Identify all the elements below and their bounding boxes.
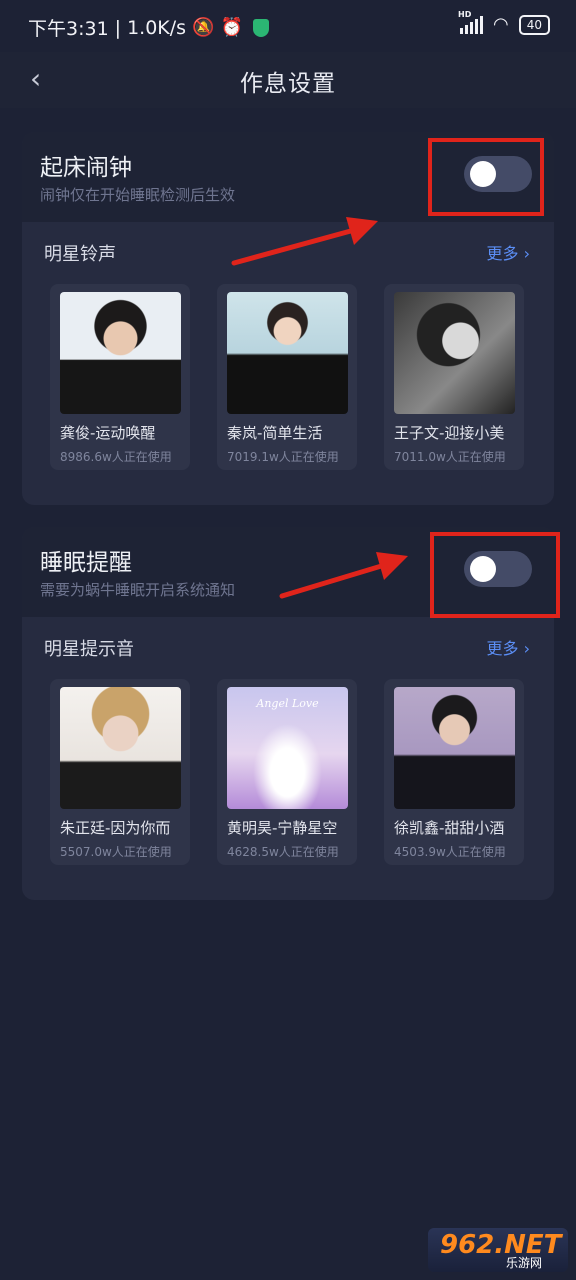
star-tone-title: 明星提示音 xyxy=(44,639,134,660)
tone-name: 徐凯鑫-甜甜小酒 xyxy=(394,819,505,837)
mute-bell-icon: 🔕 xyxy=(192,17,215,38)
wifi-icon: ◠ xyxy=(493,14,509,35)
sleep-reminder-title: 睡眠提醒 xyxy=(40,550,132,576)
ringtone-list: 龚俊-运动唤醒 8986.6w人正在使用 秦岚-简单生活 7019.1w人正在使… xyxy=(50,284,524,470)
annotation-arrow-alarm xyxy=(231,217,378,266)
more-tones-link[interactable]: 更多 › xyxy=(487,635,531,659)
shield-icon xyxy=(252,18,269,37)
annotation-box-reminder-toggle xyxy=(430,532,560,618)
battery-indicator: 40 xyxy=(518,14,550,35)
ringtone-item[interactable]: 王子文-迎接小美 7011.0w人正在使用 xyxy=(384,284,524,470)
status-time: 下午3:31 xyxy=(28,18,109,40)
status-bar: 下午3:31 | 1.0K/s 🔕 ⏰ HD ◠ 40 xyxy=(0,0,576,52)
tone-item[interactable]: Angel Love 黄明昊-宁静星空 4628.5w人正在使用 xyxy=(217,679,357,865)
alarm-title: 起床闹钟 xyxy=(40,155,132,181)
ringtone-usage: 7019.1w人正在使用 xyxy=(227,450,339,464)
reminder-section-head: 明星提示音 更多 › xyxy=(22,617,554,675)
tone-name: 朱正廷-因为你而 xyxy=(60,819,171,837)
tone-usage: 5507.0w人正在使用 xyxy=(60,845,172,859)
ringtone-name: 秦岚-简单生活 xyxy=(227,424,323,442)
alarm-subtitle: 闹钟仅在开始睡眠检测后生效 xyxy=(40,186,236,204)
status-speed: 1.0K/s xyxy=(127,16,187,39)
watermark-logo: 962.NET 乐游网 xyxy=(428,1228,568,1272)
ringtone-item[interactable]: 秦岚-简单生活 7019.1w人正在使用 xyxy=(217,284,357,470)
ringtone-name: 龚俊-运动唤醒 xyxy=(60,424,156,442)
app-header: ‹ 作息设置 xyxy=(0,52,576,108)
ringtone-item[interactable]: 龚俊-运动唤醒 8986.6w人正在使用 xyxy=(50,284,190,470)
tone-cover: Angel Love xyxy=(227,687,348,809)
tone-cover xyxy=(60,687,181,809)
ringtone-cover xyxy=(227,292,348,414)
ringtone-cover xyxy=(60,292,181,414)
signal-icon: HD xyxy=(458,10,483,34)
status-right: HD ◠ 40 xyxy=(458,10,550,35)
ringtone-name: 王子文-迎接小美 xyxy=(394,424,505,442)
ringtone-usage: 7011.0w人正在使用 xyxy=(394,450,506,464)
watermark-main: 962.NET xyxy=(440,1230,562,1260)
tone-item[interactable]: 朱正廷-因为你而 5507.0w人正在使用 xyxy=(50,679,190,865)
alarm-clock-icon: ⏰ xyxy=(220,17,243,38)
annotation-arrow-reminder xyxy=(279,552,408,599)
cover-text: Angel Love xyxy=(256,697,319,710)
tone-cover xyxy=(394,687,515,809)
page-title: 作息设置 xyxy=(240,71,336,97)
tone-usage: 4503.9w人正在使用 xyxy=(394,845,506,859)
more-ringtones-link[interactable]: 更多 › xyxy=(487,240,531,264)
annotation-box-alarm-toggle xyxy=(428,138,544,216)
status-left: 下午3:31 | 1.0K/s 🔕 ⏰ xyxy=(28,14,269,41)
ringtone-usage: 8986.6w人正在使用 xyxy=(60,450,172,464)
ringtone-cover xyxy=(394,292,515,414)
watermark-sub: 乐游网 xyxy=(506,1256,543,1270)
tone-name: 黄明昊-宁静星空 xyxy=(227,819,338,837)
tone-usage: 4628.5w人正在使用 xyxy=(227,845,339,859)
star-ringtone-title: 明星铃声 xyxy=(44,244,116,265)
sleep-reminder-subtitle: 需要为蜗牛睡眠开启系统通知 xyxy=(40,581,236,599)
status-separator: | xyxy=(114,16,122,39)
tone-item[interactable]: 徐凯鑫-甜甜小酒 4503.9w人正在使用 xyxy=(384,679,524,865)
tone-list: 朱正廷-因为你而 5507.0w人正在使用 Angel Love 黄明昊-宁静星… xyxy=(50,679,524,865)
